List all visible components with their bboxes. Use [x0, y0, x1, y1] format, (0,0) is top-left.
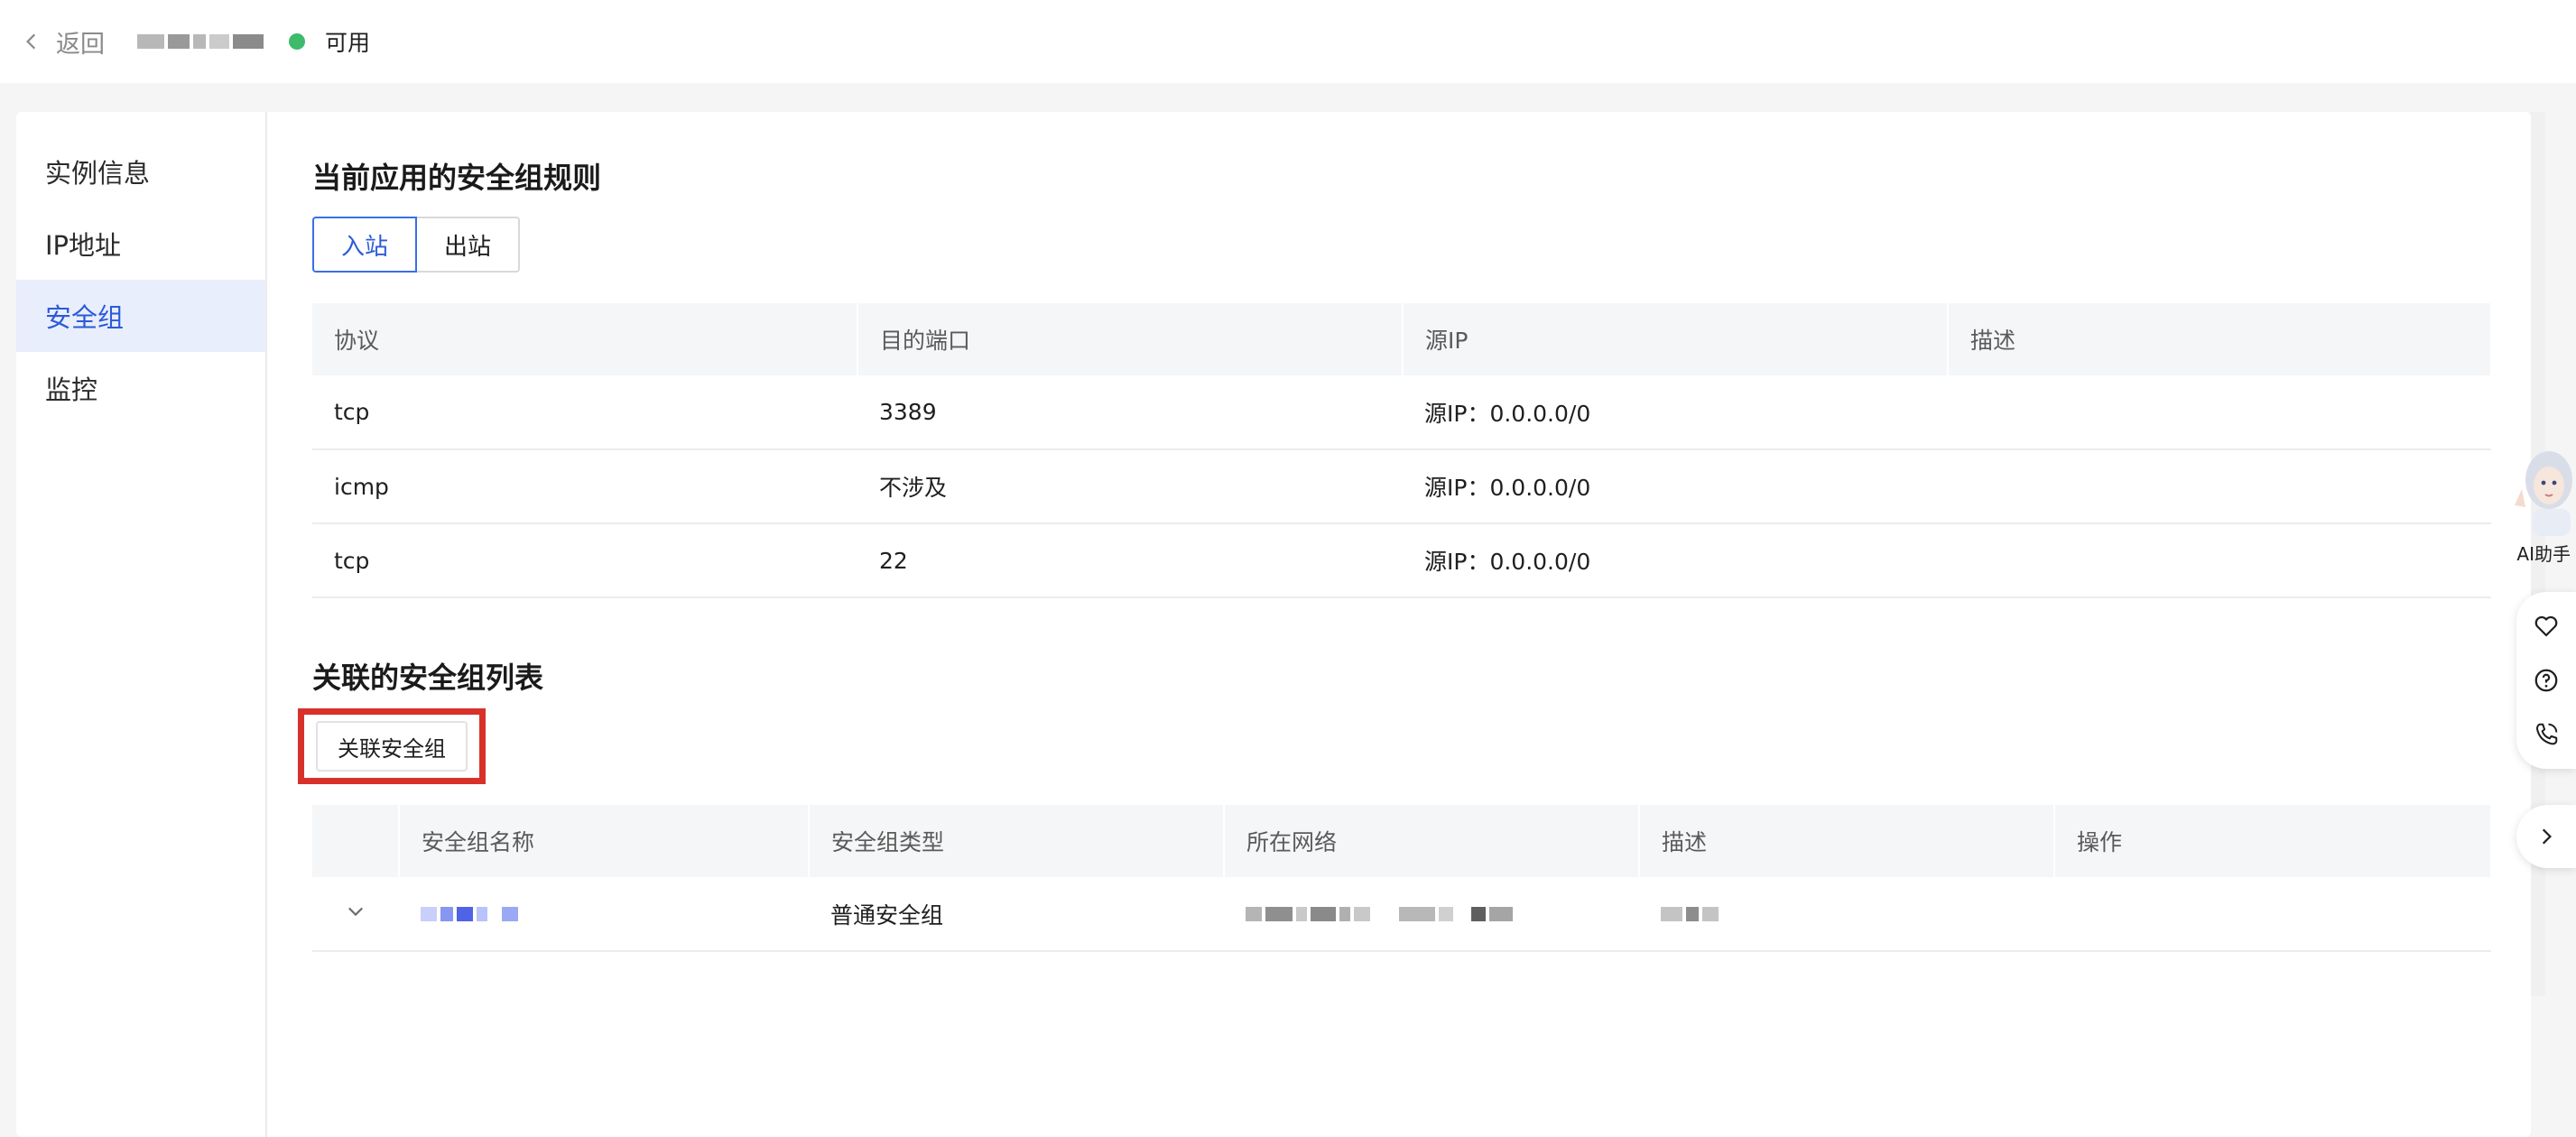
tab-inbound[interactable]: 入站 — [312, 217, 418, 273]
table-header-row: 协议 目的端口 源IP 描述 — [312, 303, 2492, 375]
desc-cell — [1948, 375, 2491, 450]
protocol-cell: icmp — [312, 449, 857, 524]
sidebar-item-label: 监控 — [45, 374, 98, 405]
rules-title: 当前应用的安全组规则 — [312, 161, 602, 195]
port-cell: 不涉及 — [857, 449, 1403, 524]
chevron-left-icon — [26, 33, 36, 50]
direction-tabs: 入站 出站 — [312, 217, 521, 273]
back-label: 返回 — [56, 30, 105, 59]
column-header: 操作 — [2054, 805, 2492, 877]
port-cell: 22 — [857, 523, 1403, 598]
floating-tools — [2516, 592, 2576, 769]
protocol-cell: tcp — [312, 523, 857, 598]
back-button[interactable]: 返回 — [22, 24, 105, 60]
table-row: tcp 3389 源IP：0.0.0.0/0 — [312, 375, 2491, 450]
sidebar-item-monitoring[interactable]: 监控 — [16, 352, 265, 424]
redacted-name — [421, 907, 518, 921]
column-header: 目的端口 — [857, 303, 1404, 375]
redacted-description — [1661, 907, 1719, 921]
sidebar-item-instance-info[interactable]: 实例信息 — [16, 135, 265, 208]
column-header: 所在网络 — [1224, 805, 1640, 877]
top-bar: 返回 可用 — [0, 0, 2576, 83]
rules-table: 协议 目的端口 源IP 描述 tcp 3389 源IP：0.0.0.0/0 ic… — [312, 303, 2492, 598]
source-cell: 源IP：0.0.0.0/0 — [1403, 375, 1948, 450]
sidebar-item-label: 安全组 — [45, 302, 125, 333]
assistant-avatar-icon — [2515, 451, 2572, 536]
desc-cell — [1948, 523, 2491, 598]
main-panel: 实例信息 IP地址 安全组 监控 当前应用的安全组规则 入站 出站 协议 目的端… — [16, 112, 2531, 1137]
help-icon[interactable] — [2533, 667, 2560, 694]
heart-icon[interactable] — [2533, 613, 2560, 640]
column-header: 源IP — [1403, 303, 1949, 375]
chevron-right-icon — [2542, 828, 2552, 845]
security-group-type-cell: 普通安全组 — [809, 877, 1224, 952]
source-cell: 源IP：0.0.0.0/0 — [1403, 523, 1948, 598]
expand-row-toggle[interactable] — [312, 877, 399, 952]
source-cell: 源IP：0.0.0.0/0 — [1403, 449, 1948, 524]
column-header: 协议 — [312, 303, 858, 375]
port-cell: 3389 — [857, 375, 1403, 450]
associate-security-group-button[interactable]: 关联安全组 — [316, 721, 468, 772]
status-text: 可用 — [325, 30, 371, 56]
security-group-name-link[interactable] — [399, 877, 809, 952]
phone-icon[interactable] — [2533, 721, 2560, 748]
sidebar-item-ip-address[interactable]: IP地址 — [16, 208, 265, 280]
table-row: 普通安全组 — [312, 877, 2491, 952]
table-header-row: 安全组名称 安全组类型 所在网络 描述 操作 — [312, 805, 2492, 877]
associated-title: 关联的安全组列表 — [312, 661, 544, 695]
highlight-box: 关联安全组 — [298, 708, 486, 784]
column-header: 安全组名称 — [399, 805, 810, 877]
column-header: 描述 — [1948, 303, 2492, 375]
column-header: 描述 — [1639, 805, 2055, 877]
redacted-network — [1246, 907, 1513, 921]
ai-assistant-label: AI助手 — [2516, 543, 2571, 565]
column-header: 安全组类型 — [809, 805, 1225, 877]
sidebar-item-label: 实例信息 — [45, 158, 151, 189]
desc-cell — [1948, 449, 2491, 524]
instance-name-redacted — [137, 34, 264, 49]
chevron-down-icon — [348, 907, 363, 916]
status-dot — [289, 33, 305, 50]
table-row: tcp 22 源IP：0.0.0.0/0 — [312, 523, 2491, 598]
expand-panel-button[interactable] — [2516, 805, 2576, 868]
column-header-expand — [312, 805, 400, 877]
ai-assistant-avatar[interactable] — [2509, 442, 2576, 536]
actions-cell — [2054, 877, 2491, 952]
sidebar-item-label: IP地址 — [45, 230, 122, 261]
desc-cell — [1639, 877, 2054, 952]
table-row: icmp 不涉及 源IP：0.0.0.0/0 — [312, 449, 2491, 524]
sidebar-item-security-group[interactable]: 安全组 — [16, 280, 265, 352]
side-nav: 实例信息 IP地址 安全组 监控 — [16, 112, 267, 1137]
protocol-cell: tcp — [312, 375, 857, 450]
associated-table: 安全组名称 安全组类型 所在网络 描述 操作 普通安全组 — [312, 805, 2492, 952]
network-cell — [1224, 877, 1639, 952]
tab-outbound[interactable]: 出站 — [417, 217, 521, 273]
